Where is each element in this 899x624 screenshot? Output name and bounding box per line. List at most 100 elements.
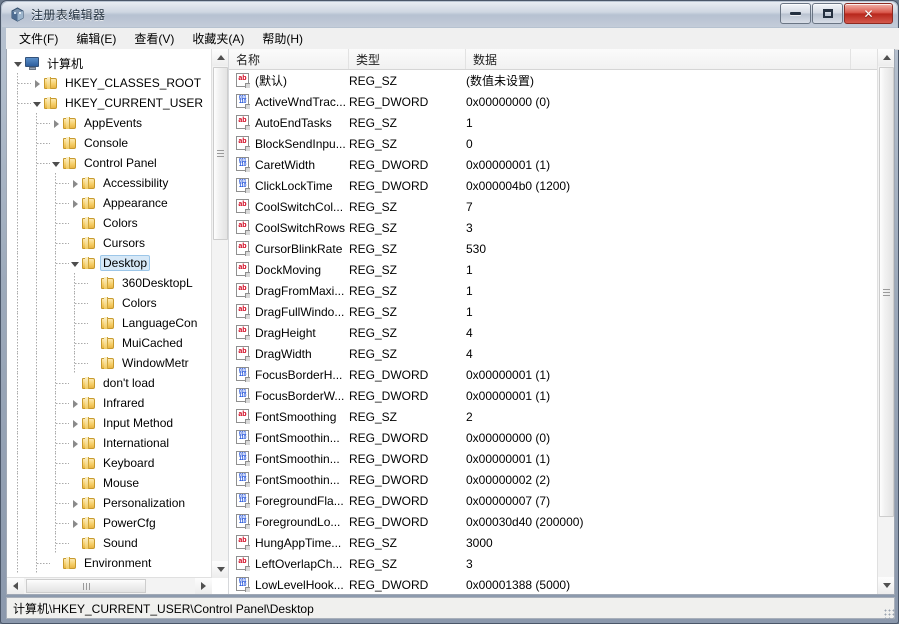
chevron-right-icon[interactable] <box>51 118 62 129</box>
value-row[interactable]: ab HungAppTime... REG_SZ 3000 <box>229 532 877 553</box>
chevron-down-icon[interactable] <box>13 58 24 69</box>
value-row[interactable]: ab CoolSwitchRows REG_SZ 3 <box>229 217 877 238</box>
tree-node-languagecon[interactable]: LanguageCon <box>7 313 217 333</box>
chevron-right-icon[interactable] <box>70 198 81 209</box>
tree-node-control-panel[interactable]: Control Panel <box>7 153 217 173</box>
value-name-cell: ab DragWidth <box>229 346 349 361</box>
value-row[interactable]: ab DragFromMaxi... REG_SZ 1 <box>229 280 877 301</box>
value-row[interactable]: 011 110 ActiveWndTrac... REG_DWORD 0x0000000… <box>229 91 877 112</box>
tree-node-hkey-classes-root[interactable]: HKEY_CLASSES_ROOT <box>7 73 217 93</box>
chevron-right-icon[interactable] <box>70 518 81 529</box>
chevron-right-icon[interactable] <box>70 178 81 189</box>
tree-node-international[interactable]: International <box>7 433 217 453</box>
value-row[interactable]: ab DragWidth REG_SZ 4 <box>229 343 877 364</box>
column-name[interactable]: 名称 <box>229 49 349 69</box>
value-row[interactable]: ab DragHeight REG_SZ 4 <box>229 322 877 343</box>
value-row[interactable]: 011 110 ForegroundLo... REG_DWORD 0x00030d40… <box>229 511 877 532</box>
tree-scroll-right-button[interactable] <box>195 578 212 594</box>
tree-node-input-method[interactable]: Input Method <box>7 413 217 433</box>
value-row[interactable]: 011 110 FontSmoothin... REG_DWORD 0x00000001… <box>229 448 877 469</box>
tree-vertical-scrollbar[interactable] <box>211 49 228 578</box>
tree-node-mouse[interactable]: Mouse <box>7 473 217 493</box>
tree-node-powercfg[interactable]: PowerCfg <box>7 513 217 533</box>
tree-node-desktop[interactable]: Desktop <box>7 253 217 273</box>
chevron-right-icon[interactable] <box>70 498 81 509</box>
tree-node-appevents[interactable]: AppEvents <box>7 113 217 133</box>
maximize-button[interactable] <box>812 3 843 24</box>
minimize-button[interactable] <box>780 3 811 24</box>
tree-node-colors[interactable]: Colors <box>7 213 217 233</box>
tree-node-muicached[interactable]: MuiCached <box>7 333 217 353</box>
menu-edit[interactable]: 编辑(E) <box>67 28 125 49</box>
tree-hscrollbar-thumb[interactable] <box>26 579 146 593</box>
column-data[interactable]: 数据 <box>466 49 851 69</box>
tree-node-colors[interactable]: Colors <box>7 293 217 313</box>
tree-node-[interactable]: 计算机 <box>7 53 217 73</box>
tree-connector-line <box>56 423 69 424</box>
value-row[interactable]: ab CoolSwitchCol... REG_SZ 7 <box>229 196 877 217</box>
value-name: (默认) <box>255 74 287 88</box>
chevron-down-icon[interactable] <box>70 258 81 269</box>
tree-node-keyboard[interactable]: Keyboard <box>7 453 217 473</box>
list-scroll-up-button[interactable] <box>878 49 894 66</box>
value-row[interactable]: 011 110 LowLevelHook... REG_DWORD 0x00001388… <box>229 574 877 594</box>
column-type[interactable]: 类型 <box>349 49 466 69</box>
value-row[interactable]: ab DragFullWindo... REG_SZ 1 <box>229 301 877 322</box>
tree-node-environment[interactable]: Environment <box>7 553 217 573</box>
value-row[interactable]: ab DockMoving REG_SZ 1 <box>229 259 877 280</box>
value-row[interactable]: 011 110 ClickLockTime REG_DWORD 0x000004b0 (… <box>229 175 877 196</box>
tree-connector-line <box>56 463 69 464</box>
chevron-right-icon[interactable] <box>70 418 81 429</box>
value-row[interactable]: ab FontSmoothing REG_SZ 2 <box>229 406 877 427</box>
menu-file[interactable]: 文件(F) <box>10 28 67 49</box>
tree-node-console[interactable]: Console <box>7 133 217 153</box>
tree-node-cursors[interactable]: Cursors <box>7 233 217 253</box>
resize-grip[interactable] <box>884 609 895 620</box>
menu-help[interactable]: 帮助(H) <box>253 28 312 49</box>
tree-node-windowmetr[interactable]: WindowMetr <box>7 353 217 373</box>
value-row[interactable]: ab AutoEndTasks REG_SZ 1 <box>229 112 877 133</box>
tree-node-infrared[interactable]: Infrared <box>7 393 217 413</box>
value-row[interactable]: 011 110 ForegroundFla... REG_DWORD 0x0000000… <box>229 490 877 511</box>
tree-guide-line <box>36 193 37 213</box>
tree-horizontal-scrollbar[interactable] <box>7 577 212 594</box>
tree-node-sound[interactable]: Sound <box>7 533 217 553</box>
menu-favorites[interactable]: 收藏夹(A) <box>183 28 253 49</box>
tree-node-appearance[interactable]: Appearance <box>7 193 217 213</box>
value-row[interactable]: 011 110 CaretWidth REG_DWORD 0x00000001 (1) <box>229 154 877 175</box>
tree-guide-line <box>17 553 18 573</box>
value-row[interactable]: ab CursorBlinkRate REG_SZ 530 <box>229 238 877 259</box>
close-button[interactable]: ✕ <box>844 3 893 24</box>
tree-node-don-t-load[interactable]: don't load <box>7 373 217 393</box>
value-row[interactable]: ab BlockSendInpu... REG_SZ 0 <box>229 133 877 154</box>
value-name: HungAppTime... <box>255 535 342 550</box>
tree-scroll-left-button[interactable] <box>7 578 24 594</box>
tree-guide-line <box>36 453 37 473</box>
value-row[interactable]: ab (默认) REG_SZ (数值未设置) <box>229 70 877 91</box>
value-row[interactable]: 011 110 FocusBorderH... REG_DWORD 0x00000001… <box>229 364 877 385</box>
list-vertical-scrollbar[interactable] <box>877 49 894 594</box>
tree-scroll-up-button[interactable] <box>212 49 228 66</box>
value-row[interactable]: 011 110 FocusBorderW... REG_DWORD 0x00000001… <box>229 385 877 406</box>
value-row[interactable]: 011 110 FontSmoothin... REG_DWORD 0x00000000… <box>229 427 877 448</box>
list-scrollbar-thumb[interactable] <box>879 67 894 517</box>
chevron-down-icon[interactable] <box>51 158 62 169</box>
value-row[interactable]: ab LeftOverlapCh... REG_SZ 3 <box>229 553 877 574</box>
folder-icon <box>101 317 115 329</box>
chevron-right-icon[interactable] <box>70 398 81 409</box>
tree-scrollbar-thumb[interactable] <box>213 67 228 240</box>
chevron-right-icon[interactable] <box>32 78 43 89</box>
chevron-down-icon[interactable] <box>32 98 43 109</box>
menu-view[interactable]: 查看(V) <box>125 28 183 49</box>
title-bar[interactable]: 注册表编辑器 ✕ <box>2 2 897 27</box>
chevron-right-icon[interactable] <box>70 438 81 449</box>
list-scroll-down-button[interactable] <box>878 577 894 594</box>
tree-node-personalization[interactable]: Personalization <box>7 493 217 513</box>
tree-node-hkey-current-user[interactable]: HKEY_CURRENT_USER <box>7 93 217 113</box>
value-data-cell: 1 <box>466 115 473 130</box>
tree-scroll-down-button[interactable] <box>212 561 228 578</box>
value-row[interactable]: 011 110 FontSmoothin... REG_DWORD 0x00000002… <box>229 469 877 490</box>
tree-node-accessibility[interactable]: Accessibility <box>7 173 217 193</box>
tree-node-360desktopl[interactable]: 360DesktopL <box>7 273 217 293</box>
